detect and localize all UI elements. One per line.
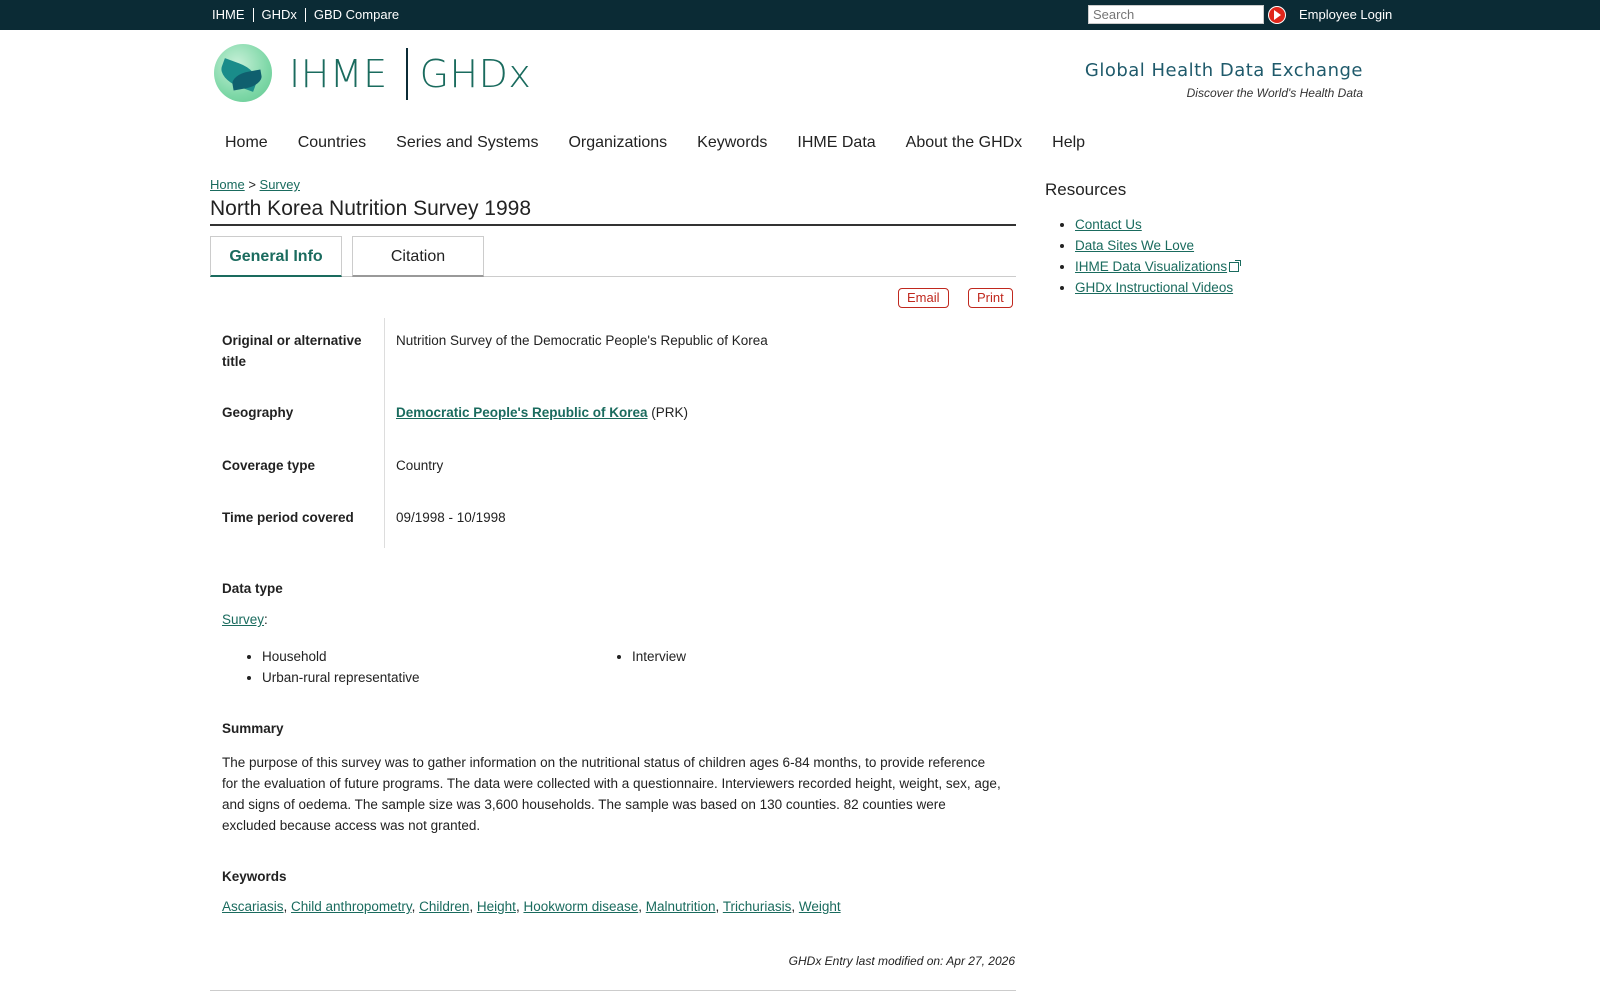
table-divider	[384, 318, 385, 548]
main-nav: Home Countries Series and Systems Organi…	[225, 134, 1115, 152]
resource-data-sites[interactable]: Data Sites We Love	[1075, 238, 1194, 253]
list-item: Urban-rural representative	[262, 667, 420, 688]
list-item: Data Sites We Love	[1075, 235, 1239, 256]
top-link-divider	[252, 7, 254, 22]
keyword-link[interactable]: Ascariasis	[222, 899, 284, 914]
last-modified-note: GHDx Entry last modified on: Apr 27, 202…	[788, 954, 1015, 968]
list-item: Interview	[632, 646, 686, 667]
nav-countries[interactable]: Countries	[298, 134, 366, 152]
page-title: North Korea Nutrition Survey 1998	[210, 197, 1016, 226]
geography-label: Geography	[222, 405, 294, 420]
tab-citation[interactable]: Citation	[352, 236, 484, 277]
resource-ihme-visualizations[interactable]: IHME Data Visualizations	[1075, 259, 1227, 274]
geography-link[interactable]: Democratic People's Republic of Korea	[396, 405, 648, 420]
nav-about[interactable]: About the GHDx	[906, 134, 1023, 152]
top-link-ghdx[interactable]: GHDx	[262, 7, 297, 22]
keyword-link[interactable]: Malnutrition	[646, 899, 716, 914]
coverage-type-value: Country	[396, 458, 444, 473]
time-period-value: 09/1998 - 10/1998	[396, 510, 506, 525]
keyword-link[interactable]: Children	[419, 899, 469, 914]
employee-login-link[interactable]: Employee Login	[1299, 7, 1392, 22]
ihme-logo-icon[interactable]	[214, 44, 274, 104]
breadcrumb: Home > Survey	[210, 177, 300, 192]
brand-wordmark[interactable]: IHME GHDx	[289, 48, 531, 100]
time-period-label: Time period covered	[222, 510, 354, 525]
keyword-link[interactable]: Child anthropometry	[291, 899, 412, 914]
resources-heading: Resources	[1045, 180, 1127, 199]
tagline-title: Global Health Data Exchange	[1084, 60, 1363, 81]
brand-divider	[405, 48, 408, 100]
search-go-button[interactable]	[1268, 6, 1286, 24]
brand-ghdx: GHDx	[419, 52, 532, 96]
site-tagline: Global Health Data Exchange Discover the…	[1085, 60, 1363, 100]
tab-general-info[interactable]: General Info	[210, 236, 342, 277]
resources-list: Contact Us Data Sites We Love IHME Data …	[1045, 214, 1242, 298]
brand-ihme: IHME	[289, 52, 388, 96]
top-link-gbd-compare[interactable]: GBD Compare	[314, 7, 399, 22]
coverage-type-label: Coverage type	[222, 458, 316, 473]
keywords-heading: Keywords	[222, 869, 287, 884]
keyword-link[interactable]: Height	[477, 899, 516, 914]
nav-ihme-data[interactable]: IHME Data	[797, 134, 875, 152]
breadcrumb-survey[interactable]: Survey	[260, 177, 300, 192]
list-item: GHDx Instructional Videos	[1075, 277, 1239, 298]
breadcrumb-separator: >	[248, 177, 256, 192]
top-link-divider	[304, 7, 306, 22]
keyword-link[interactable]: Weight	[799, 899, 841, 914]
keyword-link[interactable]: Hookworm disease	[523, 899, 638, 914]
resource-instructional-videos[interactable]: GHDx Instructional Videos	[1075, 280, 1233, 295]
nav-home[interactable]: Home	[225, 134, 268, 152]
nav-series-systems[interactable]: Series and Systems	[396, 134, 538, 152]
search-input[interactable]	[1088, 5, 1264, 24]
top-link-ihme[interactable]: IHME	[212, 7, 245, 22]
play-arrow-icon-glyph	[1274, 10, 1281, 20]
data-type-heading: Data type	[222, 581, 283, 596]
tagline-subtitle: Discover the World's Health Data	[1186, 86, 1363, 100]
summary-text: The purpose of this survey was to gather…	[222, 755, 1001, 833]
email-button[interactable]: Email	[898, 288, 949, 308]
top-links: IHME GHDx GBD Compare	[212, 7, 399, 22]
geography-value: Democratic People's Republic of Korea (P…	[396, 402, 688, 423]
tab-bar: General Info Citation	[210, 236, 1016, 277]
data-type-survey-link[interactable]: Survey	[222, 612, 264, 627]
geography-code: (PRK)	[651, 405, 689, 420]
data-type-list-col2: Interview	[592, 646, 686, 667]
nav-keywords[interactable]: Keywords	[697, 134, 767, 152]
resource-contact-us[interactable]: Contact Us	[1075, 217, 1142, 232]
keywords-list: Ascariasis, Child anthropometry, Childre…	[222, 899, 841, 914]
nav-help[interactable]: Help	[1052, 134, 1085, 152]
breadcrumb-home[interactable]: Home	[210, 177, 245, 192]
print-button[interactable]: Print	[968, 288, 1013, 308]
top-bar: IHME GHDx GBD Compare Employee Login	[0, 0, 1600, 30]
list-item: Household	[262, 646, 420, 667]
data-type-line: Survey:	[222, 612, 268, 627]
alt-title-label: Original or alternative title	[222, 333, 362, 369]
data-type-list-col1: Household Urban-rural representative	[222, 646, 420, 688]
external-link-icon	[1229, 260, 1242, 272]
list-item: Contact Us	[1075, 214, 1239, 235]
data-type-colon: :	[264, 612, 268, 627]
keyword-link[interactable]: Trichuriasis	[723, 899, 792, 914]
nav-organizations[interactable]: Organizations	[568, 134, 667, 152]
summary-heading: Summary	[222, 721, 284, 736]
list-item: IHME Data Visualizations	[1075, 256, 1242, 277]
alt-title-value: Nutrition Survey of the Democratic Peopl…	[396, 333, 768, 348]
bottom-divider	[210, 990, 1016, 991]
